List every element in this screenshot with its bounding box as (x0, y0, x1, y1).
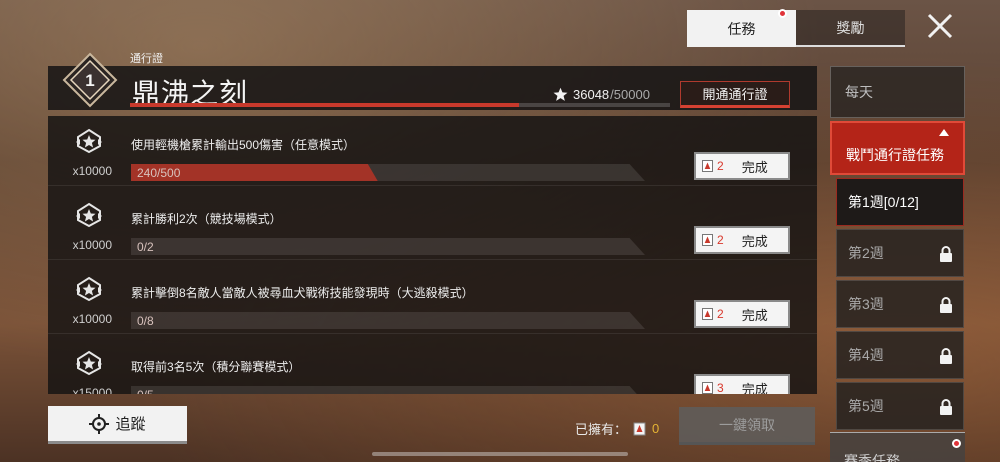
top-tab-bar: 任務 獎勵 (687, 9, 905, 47)
task-reward: x15000 (72, 386, 112, 394)
ticket-icon (702, 382, 713, 394)
owned-value: 0 (652, 421, 660, 436)
track-button[interactable]: 追蹤 (48, 406, 187, 444)
owned-label: 已擁有： (575, 422, 628, 437)
lock-icon (940, 399, 952, 415)
side-daily-label: 每天 (845, 84, 873, 100)
task-complete-button[interactable]: 2 完成 (694, 300, 790, 328)
tasks-notification-dot (778, 9, 787, 18)
winged-star-emblem-icon (76, 350, 102, 376)
task-row: x10000 累計勝利2次（競技場模式） 0/2 2 完成 (48, 190, 817, 260)
lock-icon (940, 246, 952, 262)
pass-label: 通行證 (130, 53, 163, 65)
sidebar-item-week-2[interactable]: 第2週 (836, 229, 964, 277)
task-progress-text: 240/500 (137, 166, 181, 180)
claim-all-button[interactable]: 一鍵領取 (679, 407, 815, 445)
tab-rewards[interactable]: 獎勵 (796, 10, 905, 47)
task-ticket-count: 2 (717, 307, 724, 321)
task-complete-button[interactable]: 2 完成 (694, 152, 790, 180)
task-progress-text: 0/8 (137, 314, 154, 328)
tab-tasks[interactable]: 任務 (687, 9, 796, 47)
level-badge-icon: 1 (62, 52, 118, 108)
task-ticket-count: 2 (717, 159, 724, 173)
task-reward: x10000 (72, 238, 112, 252)
collapse-arrow-icon (939, 129, 949, 136)
crosshair-icon (89, 413, 110, 434)
task-description: 使用輕機槍累計輸出500傷害（任意模式） (131, 138, 356, 152)
pass-points: 36048 /50000 (553, 87, 650, 102)
ticket-icon (702, 160, 713, 172)
sidebar-item-week-4[interactable]: 第4週 (836, 331, 964, 379)
task-description: 累計勝利2次（競技場模式） (131, 212, 282, 226)
task-complete-button[interactable]: 3 完成 (694, 374, 790, 394)
task-row: x10000 累計擊倒8名敵人當敵人被尋血犬戰術技能發現時（大逃殺模式） 0/8… (48, 264, 817, 334)
side-bp-label: 戰鬥通行證任務 (846, 147, 944, 163)
week-label: 第5週 (848, 398, 884, 414)
task-status-label: 完成 (741, 233, 768, 249)
side-item-daily[interactable]: 每天 (830, 66, 965, 118)
side-item-battle-pass-tasks[interactable]: 戰鬥通行證任務 (830, 121, 965, 175)
points-max: /50000 (610, 87, 650, 102)
task-ticket-count: 3 (717, 381, 724, 394)
track-button-label: 追蹤 (115, 416, 146, 433)
lock-icon (940, 348, 952, 364)
level-number: 1 (85, 71, 94, 90)
task-progress-text: 0/2 (137, 240, 154, 254)
task-ticket-count: 2 (717, 233, 724, 247)
task-progress-bar: 0/5 (131, 386, 645, 394)
season-notification-dot (952, 439, 961, 448)
week-label: 第1週[0/12] (848, 194, 919, 210)
week-label: 第4週 (848, 347, 884, 363)
task-status-label: 完成 (741, 307, 768, 323)
task-status-label: 完成 (741, 381, 768, 395)
owned-tickets: 已擁有： 0 (575, 419, 659, 438)
ticket-icon (633, 422, 646, 435)
week-label: 第2週 (848, 245, 884, 261)
task-reward: x10000 (72, 164, 112, 178)
task-progress-bar: 0/2 (131, 238, 645, 255)
ticket-icon (702, 308, 713, 320)
sidebar-item-week-5[interactable]: 第5週 (836, 382, 964, 430)
sidebar-item-week-3[interactable]: 第3週 (836, 280, 964, 328)
tab-tasks-label: 任務 (727, 20, 756, 37)
sidebar-item-week-1[interactable]: 第1週[0/12] (836, 178, 964, 226)
star-icon (553, 87, 568, 101)
ticket-icon (702, 234, 713, 246)
task-row: x15000 取得前3名5次（積分聯賽模式） 0/5 3 完成 (48, 338, 817, 394)
task-reward: x10000 (72, 312, 112, 326)
task-list[interactable]: x10000 使用輕機槍累計輸出500傷害（任意模式） 240/500 2 完成… (48, 116, 817, 394)
side-season-label: 賽季任務 (844, 453, 900, 462)
pass-progress-bar (130, 103, 670, 107)
winged-star-emblem-icon (76, 128, 102, 154)
scroll-indicator (372, 452, 628, 456)
unlock-pass-button[interactable]: 開通通行證 (680, 81, 790, 108)
task-description: 累計擊倒8名敵人當敵人被尋血犬戰術技能發現時（大逃殺模式） (131, 286, 474, 300)
task-progress-bar: 0/8 (131, 312, 645, 329)
side-item-season-tasks[interactable]: 賽季任務 (830, 432, 965, 462)
winged-star-emblem-icon (76, 276, 102, 302)
close-icon[interactable] (922, 8, 958, 44)
task-progress-text: 0/5 (137, 388, 154, 394)
tab-rewards-label: 獎勵 (836, 19, 865, 36)
task-progress-bar: 240/500 (131, 164, 645, 181)
task-description: 取得前3名5次（積分聯賽模式） (131, 360, 301, 374)
winged-star-emblem-icon (76, 202, 102, 228)
week-label: 第3週 (848, 296, 884, 312)
task-status-label: 完成 (741, 159, 768, 175)
lock-icon (940, 297, 952, 313)
task-complete-button[interactable]: 2 完成 (694, 226, 790, 254)
task-row: x10000 使用輕機槍累計輸出500傷害（任意模式） 240/500 2 完成 (48, 116, 817, 186)
points-current: 36048 (573, 87, 610, 102)
pass-progress-fill (130, 103, 519, 107)
